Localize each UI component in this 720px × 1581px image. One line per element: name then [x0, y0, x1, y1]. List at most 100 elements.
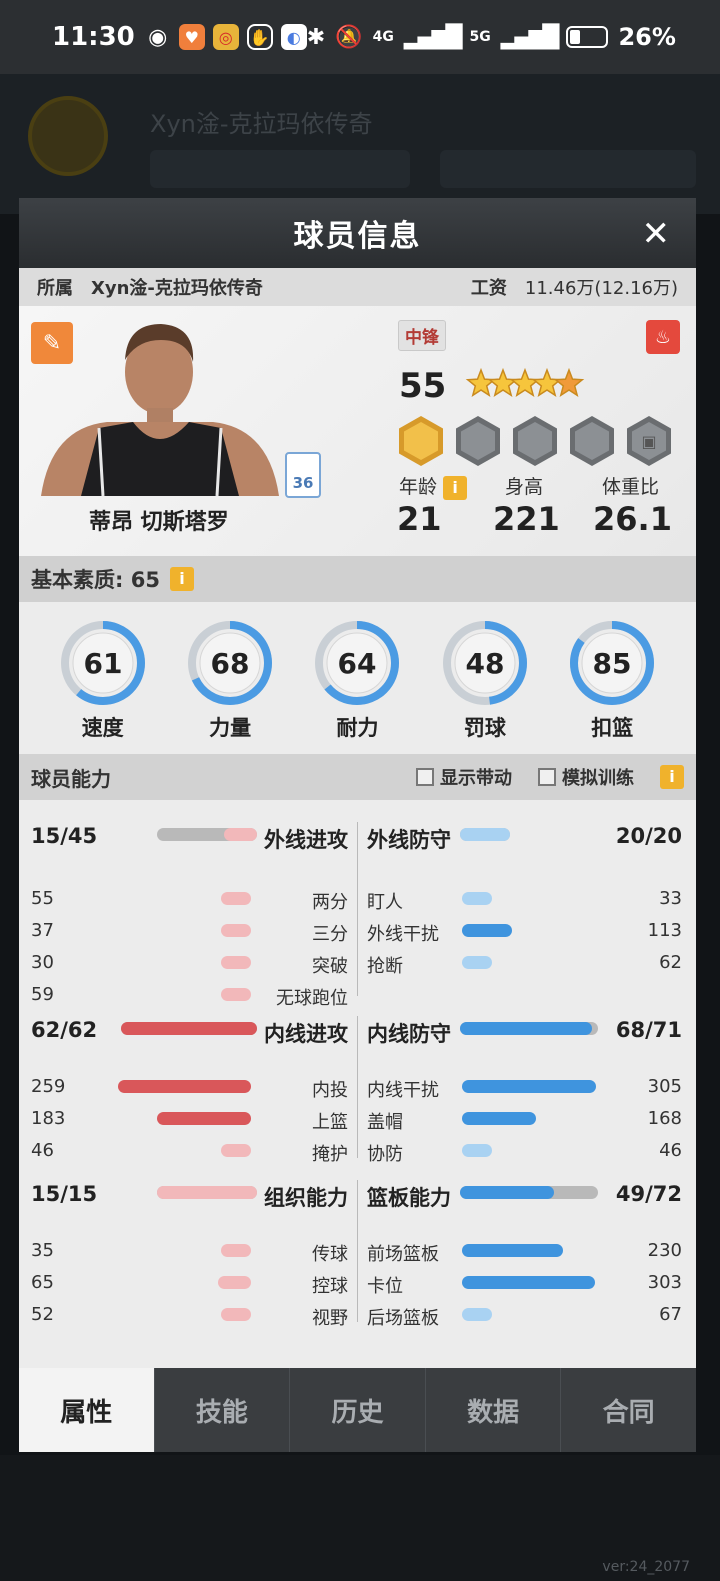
attr-left-bar — [221, 892, 251, 905]
gauge-value: 61 — [83, 647, 122, 680]
badge-empty-1[interactable] — [456, 416, 500, 466]
eye-icon: ◉ — [148, 24, 168, 50]
gauge-item: 68 力量 — [185, 618, 275, 742]
group-left-bar-fill — [121, 1022, 257, 1035]
age-label-text: 年龄 — [399, 476, 438, 498]
gem-bar — [440, 150, 696, 188]
salary-label: 工资 — [470, 278, 507, 299]
group-right-name: 外线防守 — [367, 828, 451, 852]
signal-4g-icon: 4G — [372, 29, 394, 45]
age-info-icon[interactable]: i — [443, 475, 468, 500]
gauge-item: 85 扣篮 — [567, 618, 657, 742]
affiliation-bar: 所属 Xyn淦-克拉玛依传奇 工资 11.46万(12.16万) — [19, 268, 696, 306]
group-left-name: 组织能力 — [264, 1186, 348, 1210]
gauge-label: 耐力 — [336, 716, 379, 740]
team-logo — [28, 96, 108, 176]
ability-bar: 球员能力 显示带动 模拟训练 i — [19, 754, 696, 800]
show-boost-checkbox[interactable]: 显示带动 — [416, 764, 512, 790]
edit-profile-button[interactable]: ✎ — [31, 322, 73, 364]
group-left-bar-track — [157, 1186, 257, 1199]
attr-right-value: 62 — [659, 952, 682, 973]
ability-info-icon[interactable]: i — [660, 765, 684, 789]
overall-rating: 55 — [399, 366, 447, 406]
attr-right-name: 外线干扰 — [367, 924, 439, 945]
version-label: ver:24_2077 — [602, 1559, 690, 1575]
attr-right-name: 盯人 — [367, 892, 403, 913]
signal-bars-icon-2: ▂▄▆█ — [500, 24, 560, 50]
ability-area: 15/45 外线进攻 外线防守 20/20 55 两分 盯人 33 37 三分 外线干扰 113 30 突… — [19, 800, 696, 1360]
attr-left-value: 183 — [31, 1108, 66, 1129]
gauge-item: 48 罚球 — [440, 618, 530, 742]
attr-left-name: 突破 — [312, 956, 348, 977]
star-rating — [465, 367, 585, 397]
gauge-label: 罚球 — [463, 716, 506, 740]
player-portrait — [41, 324, 279, 496]
player-info-dialog: 球员信息 ✕ 所属 Xyn淦-克拉玛依传奇 工资 11.46万(12.16万) … — [19, 198, 696, 1452]
attr-left-name: 无球跑位 — [276, 988, 348, 1009]
group-left-value: 62/62 — [31, 1018, 98, 1042]
tab-0[interactable]: 属性 — [19, 1368, 154, 1452]
badge-gold[interactable] — [399, 416, 443, 466]
tab-4[interactable]: 合同 — [560, 1368, 696, 1452]
attr-right-bar — [462, 1244, 564, 1257]
clock: 11:30 — [52, 22, 135, 52]
attr-left-bar — [221, 1244, 251, 1257]
attr-right-name: 卡位 — [367, 1276, 403, 1297]
attr-right-name: 抢断 — [367, 956, 403, 977]
attr-right-value: 113 — [647, 920, 682, 941]
player-name: 蒂昂 切斯塔罗 — [89, 510, 229, 535]
group-left-bar-track — [157, 828, 257, 841]
attr-left-bar — [156, 1112, 251, 1125]
lock-icon[interactable]: ▣ — [627, 416, 671, 466]
gauge-ring: 61 — [60, 621, 145, 705]
height-value: 221 — [493, 500, 560, 538]
star-icon — [553, 367, 585, 397]
tab-3[interactable]: 数据 — [424, 1368, 561, 1452]
sim-training-checkbox[interactable]: 模拟训练 — [538, 764, 634, 790]
gauge-value: 64 — [338, 647, 377, 680]
attribute-gauges: 61 速度 68 力量 64 耐力 48 罚球 85 扣篮 — [19, 602, 696, 754]
attr-right-bar — [462, 1112, 536, 1125]
weight-ratio-label: 体重比 — [602, 476, 660, 498]
skill-badges: ▣ — [399, 416, 671, 466]
gauge-ring: 85 — [570, 621, 655, 705]
background-bottom-nav: ver:24_2077 — [0, 1455, 720, 1581]
close-icon[interactable]: ✕ — [642, 214, 671, 254]
tab-1[interactable]: 技能 — [153, 1368, 290, 1452]
attr-left-value: 46 — [31, 1140, 54, 1161]
app-icon-orange: ♥ — [178, 24, 205, 50]
group-right-value: 68/71 — [615, 1018, 682, 1042]
fire-icon[interactable]: ♨ — [646, 320, 680, 354]
group-right-value: 49/72 — [615, 1182, 682, 1206]
attr-left-bar — [221, 1144, 251, 1157]
column-divider — [357, 1180, 358, 1322]
affiliation-value: Xyn淦-克拉玛依传奇 — [91, 278, 263, 299]
tab-2[interactable]: 历史 — [289, 1368, 425, 1452]
background-team-name: Xyn淦-克拉玛依传奇 — [150, 110, 373, 138]
group-right-bar-track — [460, 1022, 598, 1035]
group-right-bar-track — [460, 828, 510, 841]
attr-right-bar — [462, 1144, 492, 1157]
gauge-value: 85 — [593, 647, 632, 680]
attr-left-name: 上篮 — [312, 1112, 348, 1133]
group-right-value: 20/20 — [615, 824, 682, 848]
group-left-value: 15/15 — [31, 1182, 98, 1206]
attr-right-bar — [462, 1276, 596, 1289]
badge-empty-3[interactable] — [570, 416, 614, 466]
badge-empty-2[interactable] — [513, 416, 557, 466]
attr-right-bar — [462, 1080, 596, 1093]
signal-5g-icon: 5G — [469, 29, 491, 45]
attr-left-name: 三分 — [312, 924, 348, 945]
gauge-ring: 64 — [315, 621, 400, 705]
attr-right-name: 协防 — [367, 1144, 403, 1165]
attr-left-bar — [221, 1308, 251, 1321]
weight-ratio-value: 26.1 — [593, 500, 672, 538]
attr-left-bar — [221, 956, 251, 969]
star-icon — [465, 367, 497, 397]
attr-left-value: 30 — [31, 952, 54, 973]
group-left-bar-track — [121, 1022, 257, 1035]
status-bar: 11:30 ◉ ♥ ◎ ✋ ◐ ✱ 🔕 4G ▂▄▆█ 5G ▂▄▆█ 26% — [0, 0, 720, 74]
dialog-tabs: 属性 技能 历史 数据 合同 — [19, 1368, 696, 1452]
basic-info-icon[interactable]: i — [169, 567, 194, 591]
gauge-value: 68 — [211, 647, 250, 680]
